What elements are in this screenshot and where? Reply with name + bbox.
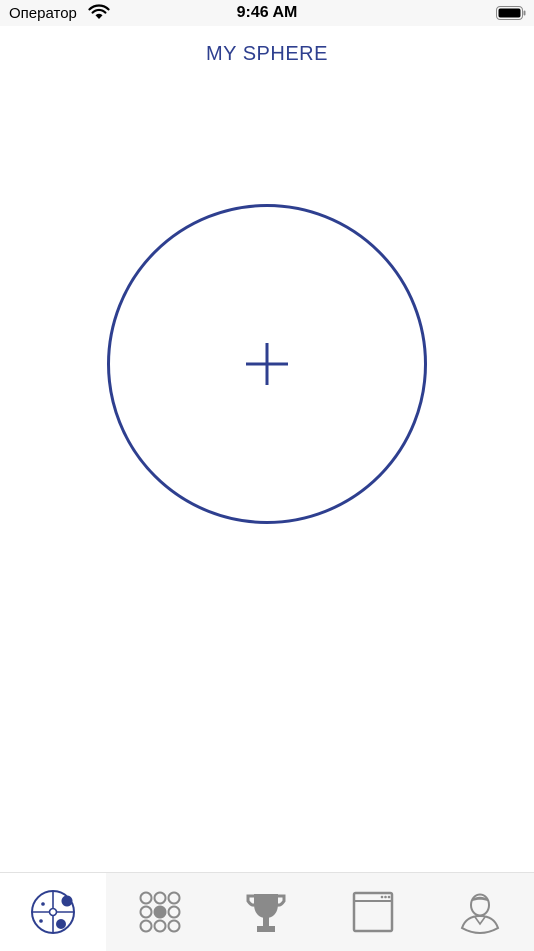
plus-icon bbox=[246, 343, 288, 385]
tab-profile[interactable] bbox=[427, 873, 533, 951]
tab-achievements[interactable] bbox=[213, 873, 319, 951]
grid-dots-icon bbox=[139, 891, 181, 933]
tab-bar bbox=[0, 872, 534, 951]
browser-window-icon bbox=[352, 891, 394, 933]
tab-sphere[interactable] bbox=[0, 873, 106, 951]
sphere-icon bbox=[31, 890, 75, 934]
trophy-icon bbox=[246, 894, 286, 932]
page-title: MY SPHERE bbox=[206, 43, 328, 65]
profile-icon bbox=[460, 893, 500, 934]
tab-browser[interactable] bbox=[320, 873, 426, 951]
add-sphere-button[interactable] bbox=[107, 204, 427, 524]
status-time: 9:46 AM bbox=[236, 4, 298, 21]
status-bar: Оператор 9:46 AM bbox=[0, 0, 534, 26]
tab-grid[interactable] bbox=[107, 873, 213, 951]
battery-icon bbox=[496, 6, 526, 20]
